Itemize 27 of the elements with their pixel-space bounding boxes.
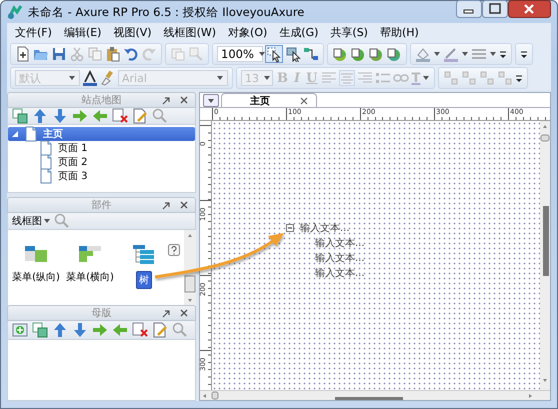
zoom-dropdown[interactable]: 100% [217,46,263,62]
panel-title: 站点地图 [82,94,122,107]
tree-node[interactable]: 输入文本... [315,250,365,264]
tab-label: 主页 [250,94,270,108]
menu-item[interactable]: 帮助(H) [374,24,425,41]
page-item[interactable]: 页面 1 [8,141,195,155]
widget-label[interactable]: 菜单(纵向) [10,269,62,285]
window-title: 未命名 - Axure RP Pro 6.5 : 授权给 IloveyouAxure [28,4,306,20]
menu-item[interactable]: 编辑(E) [58,24,108,41]
menu-item[interactable]: 视图(V) [107,24,158,41]
menu-item[interactable]: 线框图(W) [158,24,222,41]
menu-item[interactable]: 文件(F) [9,24,58,41]
tree-node[interactable]: 输入文本... [315,236,365,250]
tree-node[interactable]: 输入文本... [300,220,350,234]
page-tab[interactable]: 主页 [221,93,317,107]
menu-item[interactable]: 对象(O) [222,24,274,41]
page-item[interactable]: 主页 [8,127,195,141]
page-item[interactable]: 页面 3 [8,169,195,183]
menu-item[interactable]: 生成(G) [273,24,324,41]
widget-label[interactable]: 树 [136,271,152,289]
widget-label[interactable]: 菜单(横向) [64,269,116,285]
tree-node[interactable]: 输入文本... [315,266,365,280]
panel-title: 部件 [92,198,112,212]
panel-title: 母版 [92,307,112,320]
library-dropdown[interactable]: 线框图 [12,214,51,228]
menu-item[interactable]: 共享(S) [324,24,374,41]
page-item[interactable]: 页面 2 [8,155,195,169]
